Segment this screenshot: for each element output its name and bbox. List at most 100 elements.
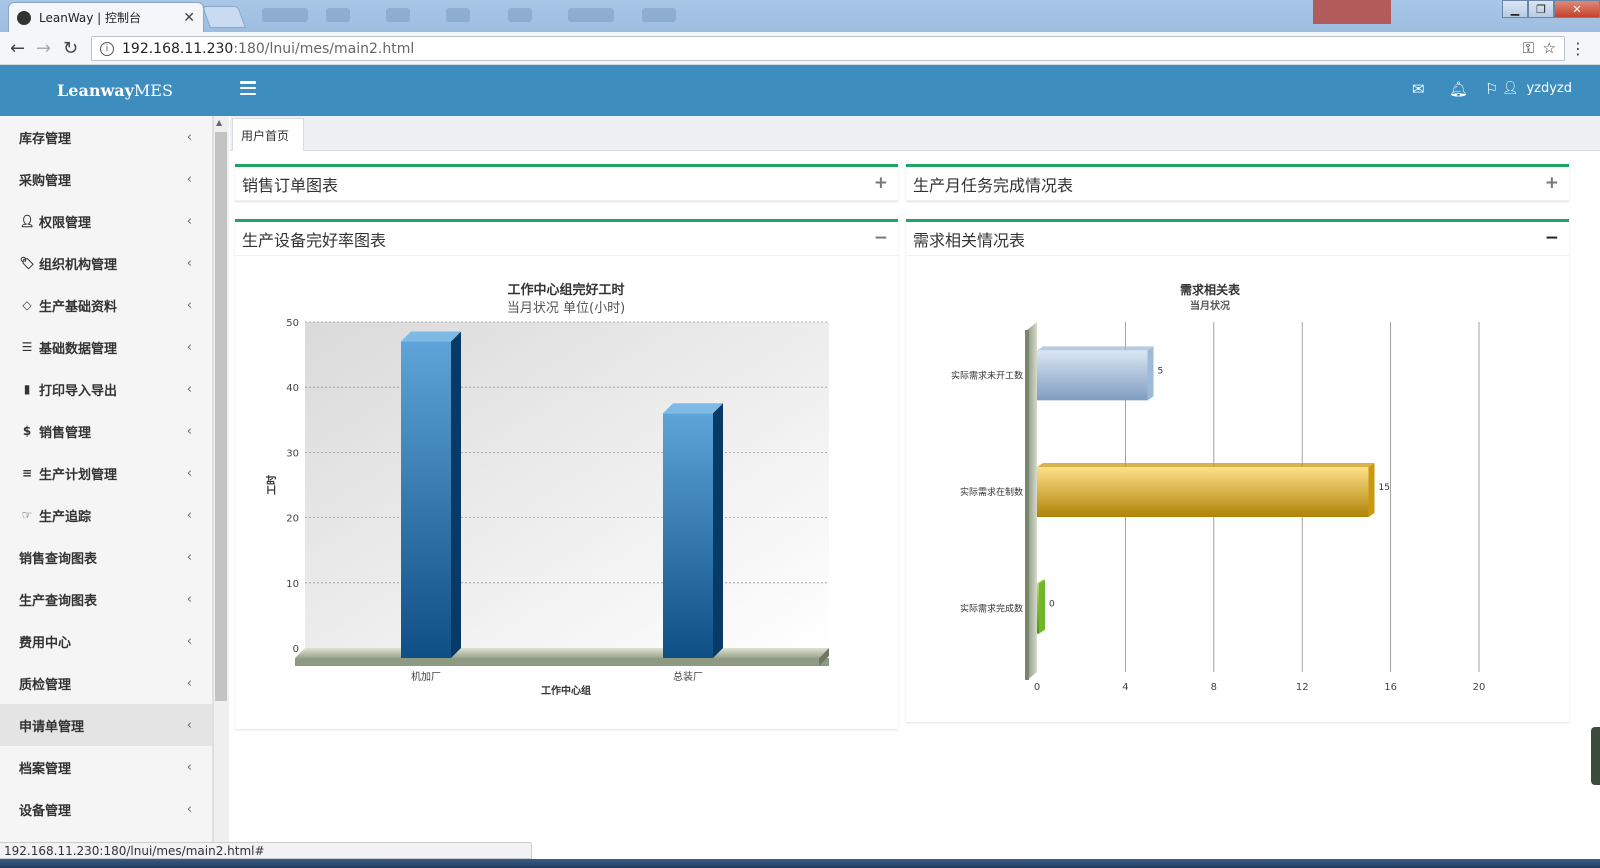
chart-title: 需求相关表 [1180, 282, 1241, 297]
reload-icon[interactable]: ↻ [63, 38, 78, 59]
collapse-icon[interactable]: − [1545, 228, 1559, 248]
bookmark-item[interactable] [508, 8, 532, 22]
brand-logo[interactable]: Leanway MES [0, 65, 230, 116]
bookmark-item[interactable] [262, 8, 308, 22]
sidebar-item[interactable]: 档案管理 ‹ [0, 746, 212, 788]
minimize-icon[interactable]: ▁ [1502, 0, 1528, 18]
bar-side [1039, 579, 1045, 634]
panel-title: 生产月任务完成情况表 [913, 175, 1074, 195]
close-window-icon[interactable]: ✕ [1554, 0, 1600, 18]
chevron-left-icon: ‹ [186, 717, 192, 733]
chevron-left-icon: ‹ [186, 591, 192, 607]
bar-top [663, 403, 723, 414]
sidebar-item[interactable]: ☞ 生产追踪 ‹ [0, 494, 212, 536]
info-icon[interactable]: i [100, 41, 114, 56]
bookmark-item[interactable] [568, 8, 614, 22]
sidebar-item-label: 生产计划管理 [39, 467, 118, 483]
y-axis-label: 工时 [265, 475, 278, 495]
sidebar-item[interactable]: $ 销售管理 ‹ [0, 410, 212, 452]
sidebar-item[interactable]: ☰ 基础数据管理 ‹ [0, 326, 212, 368]
y-tick-label: 50 [286, 318, 299, 329]
bar-top [1037, 463, 1375, 467]
sidebar-item[interactable]: ≡ 生产计划管理 ‹ [0, 452, 212, 494]
maximize-icon[interactable]: ❐ [1528, 0, 1554, 18]
panel-header: 生产设备完好率图表 − [235, 222, 898, 256]
flag-icon[interactable]: ⚐ [1485, 80, 1498, 98]
url-path: :180/lnui/mes/main2.html [233, 40, 415, 57]
x-tick-label: 8 [1211, 682, 1217, 693]
data-label: 5 [1158, 366, 1164, 376]
side-widget[interactable] [1591, 727, 1600, 785]
sidebar-item[interactable]: 销售查询图表 ‹ [0, 536, 212, 578]
chart-title: 工作中心组完好工时 [507, 282, 624, 298]
sidebar-item[interactable]: 费用中心 ‹ [0, 620, 212, 662]
panel-sales-orders: 销售订单图表 + [235, 164, 898, 201]
star-icon[interactable]: ☆ [1543, 39, 1556, 57]
sidebar-item[interactable]: 采购管理 ‹ [0, 158, 212, 200]
sidebar-item[interactable]: 生产查询图表 ‹ [0, 578, 212, 620]
username: yzdyzd [1526, 81, 1572, 96]
page-tab-strip: 用户首页 [230, 116, 1600, 151]
url-input[interactable]: i 192.168.11.230:180/lnui/mes/main2.html… [91, 36, 1565, 61]
sidebar-item[interactable]: 库存管理 ‹ [0, 116, 212, 158]
panel-equipment: 生产设备完好率图表 − 工作中心组完好工时 当月状况 单位(小时) 0 10 20 30 4… [235, 219, 898, 729]
sidebar-item[interactable]: ▮ 打印导入导出 ‹ [0, 368, 212, 410]
sidebar-toggle-icon[interactable] [240, 81, 256, 95]
new-tab-button[interactable] [201, 6, 247, 28]
sidebar-item[interactable]: 👤︎ 权限管理 ‹ [0, 200, 212, 242]
sidebar-item-label: 组织机构管理 [39, 257, 118, 273]
window-controls: ▁ ❐ ✕ [1502, 0, 1600, 18]
sidebar-item-label: 生产查询图表 [19, 593, 98, 609]
os-taskbar [0, 859, 1600, 868]
chevron-left-icon: ‹ [186, 297, 192, 313]
sidebar-item[interactable]: 申请单管理 ‹ [0, 704, 212, 746]
panel-title: 生产设备完好率图表 [242, 230, 387, 250]
bookmark-item[interactable] [386, 8, 410, 22]
y-tick-label: 20 [286, 514, 299, 525]
profile-button[interactable] [1313, 0, 1391, 24]
sidebar-item[interactable]: 🏷︎ 组织机构管理 ‹ [0, 242, 212, 284]
sidebar-item[interactable]: 质检管理 ‹ [0, 662, 212, 704]
sidebar-item-label: 采购管理 [19, 173, 72, 189]
chevron-left-icon: ‹ [186, 255, 192, 271]
expand-icon[interactable]: + [874, 173, 888, 193]
panel-title: 销售订单图表 [242, 175, 339, 195]
sidebar-item-label: 生产追踪 [39, 509, 92, 525]
sidebar-item[interactable]: ◇ 生产基础资料 ‹ [0, 284, 212, 326]
envelope-icon[interactable]: ✉ [1412, 80, 1425, 98]
sidebar-item-label: 设备管理 [19, 803, 72, 819]
x-axis-label: 工作中心组 [541, 684, 591, 697]
bookmark-item[interactable] [446, 8, 470, 22]
list-icon: ☰ [21, 340, 33, 354]
expand-icon[interactable]: + [1545, 173, 1559, 193]
forward-icon[interactable]: → [36, 38, 51, 59]
sidebar-scrollbar-thumb[interactable] [215, 132, 227, 701]
browser-tab[interactable]: LeanWay | 控制台 ✕ [8, 2, 204, 32]
close-tab-icon[interactable]: ✕ [183, 10, 195, 26]
bookmark-item[interactable] [642, 8, 676, 22]
sidebar-item-label: 费用中心 [19, 635, 72, 651]
chevron-left-icon: ‹ [186, 465, 192, 481]
sidebar-item[interactable]: 设备管理 ‹ [0, 788, 212, 830]
demand-bar-chart: 需求相关表当月状况 0 4 8 12 16 20 5 实际需求未开工数 15 实际需求在制数 0 实际需… [951, 282, 1485, 693]
scroll-up-icon[interactable]: ▲ [216, 118, 222, 127]
user-menu[interactable]: 👤︎ yzdyzd [1502, 81, 1572, 96]
back-icon[interactable]: ← [10, 38, 25, 59]
x-tick-label: 总装厂 [673, 670, 703, 683]
bookmark-item[interactable] [326, 8, 350, 22]
chevron-left-icon: ‹ [186, 675, 192, 691]
address-toolbar: ← → ↻ i 192.168.11.230:180/lnui/mes/main… [0, 32, 1600, 65]
brand-rest: MES [133, 81, 173, 100]
panel-monthly-tasks: 生产月任务完成情况表 + [906, 164, 1569, 201]
tab-home[interactable]: 用户首页 [232, 118, 305, 151]
data-label: 15 [1379, 483, 1390, 493]
key-icon[interactable]: ⚿ [1523, 39, 1534, 57]
data-label: 0 [1049, 600, 1055, 610]
y-tick-label: 实际需求未开工数 [951, 369, 1023, 381]
collapse-icon[interactable]: − [874, 228, 888, 248]
bell-icon[interactable]: 🔔︎ [1449, 80, 1468, 98]
browser-menu-icon[interactable]: ⋮ [1570, 39, 1586, 58]
bar [401, 341, 451, 658]
sidebar-item-label: 基础数据管理 [39, 341, 118, 357]
dollar-icon: $ [22, 424, 32, 438]
